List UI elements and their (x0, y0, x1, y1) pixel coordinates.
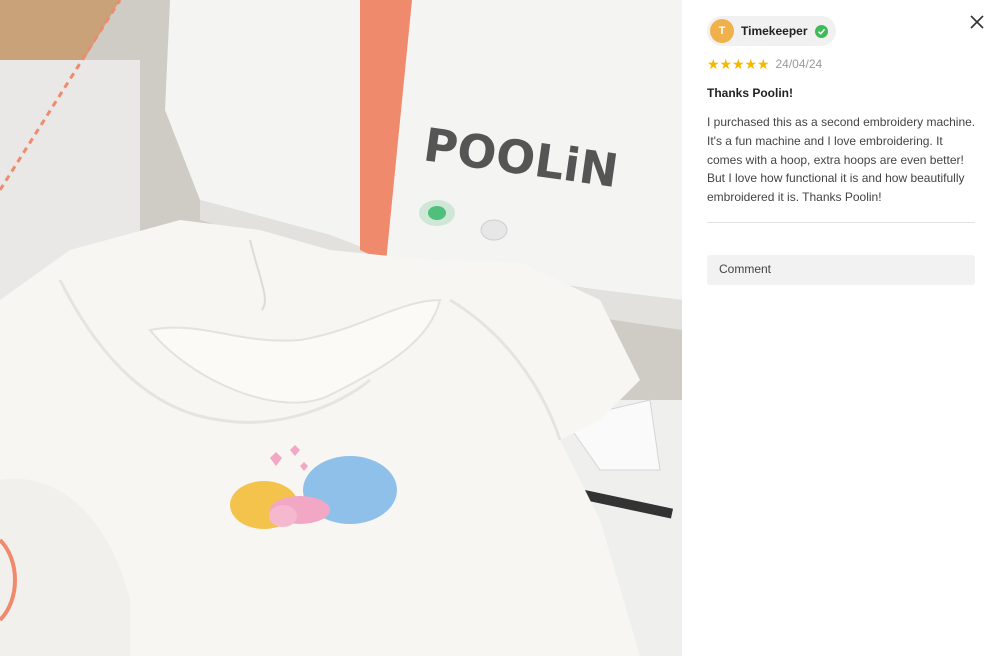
reviewer-chip: T Timekeeper (707, 16, 836, 46)
verified-check-icon (814, 24, 828, 38)
star-icon: ★ (757, 56, 770, 72)
comment-button[interactable]: Comment (707, 255, 975, 285)
review-photo: POOLiN (0, 0, 682, 656)
review-panel: T Timekeeper ★ ★ ★ ★ ★ 24/04/24 Thanks Pooli… (682, 0, 1000, 656)
divider (707, 222, 975, 223)
star-rating: ★ ★ ★ ★ ★ (707, 57, 770, 71)
rating-row: ★ ★ ★ ★ ★ 24/04/24 (707, 56, 822, 72)
star-icon: ★ (707, 56, 720, 72)
review-date: 24/04/24 (775, 57, 823, 71)
avatar: T (710, 19, 734, 43)
review-title: Thanks Poolin! (707, 86, 794, 100)
star-icon: ★ (744, 56, 758, 72)
review-body: I purchased this as a second embroidery … (707, 115, 976, 205)
close-icon[interactable] (968, 13, 986, 31)
reviewer-name: Timekeeper (741, 24, 808, 38)
star-icon: ★ (719, 56, 733, 72)
star-icon: ★ (732, 56, 745, 72)
embroidered-shirt-photo: POOLiN (0, 0, 682, 656)
